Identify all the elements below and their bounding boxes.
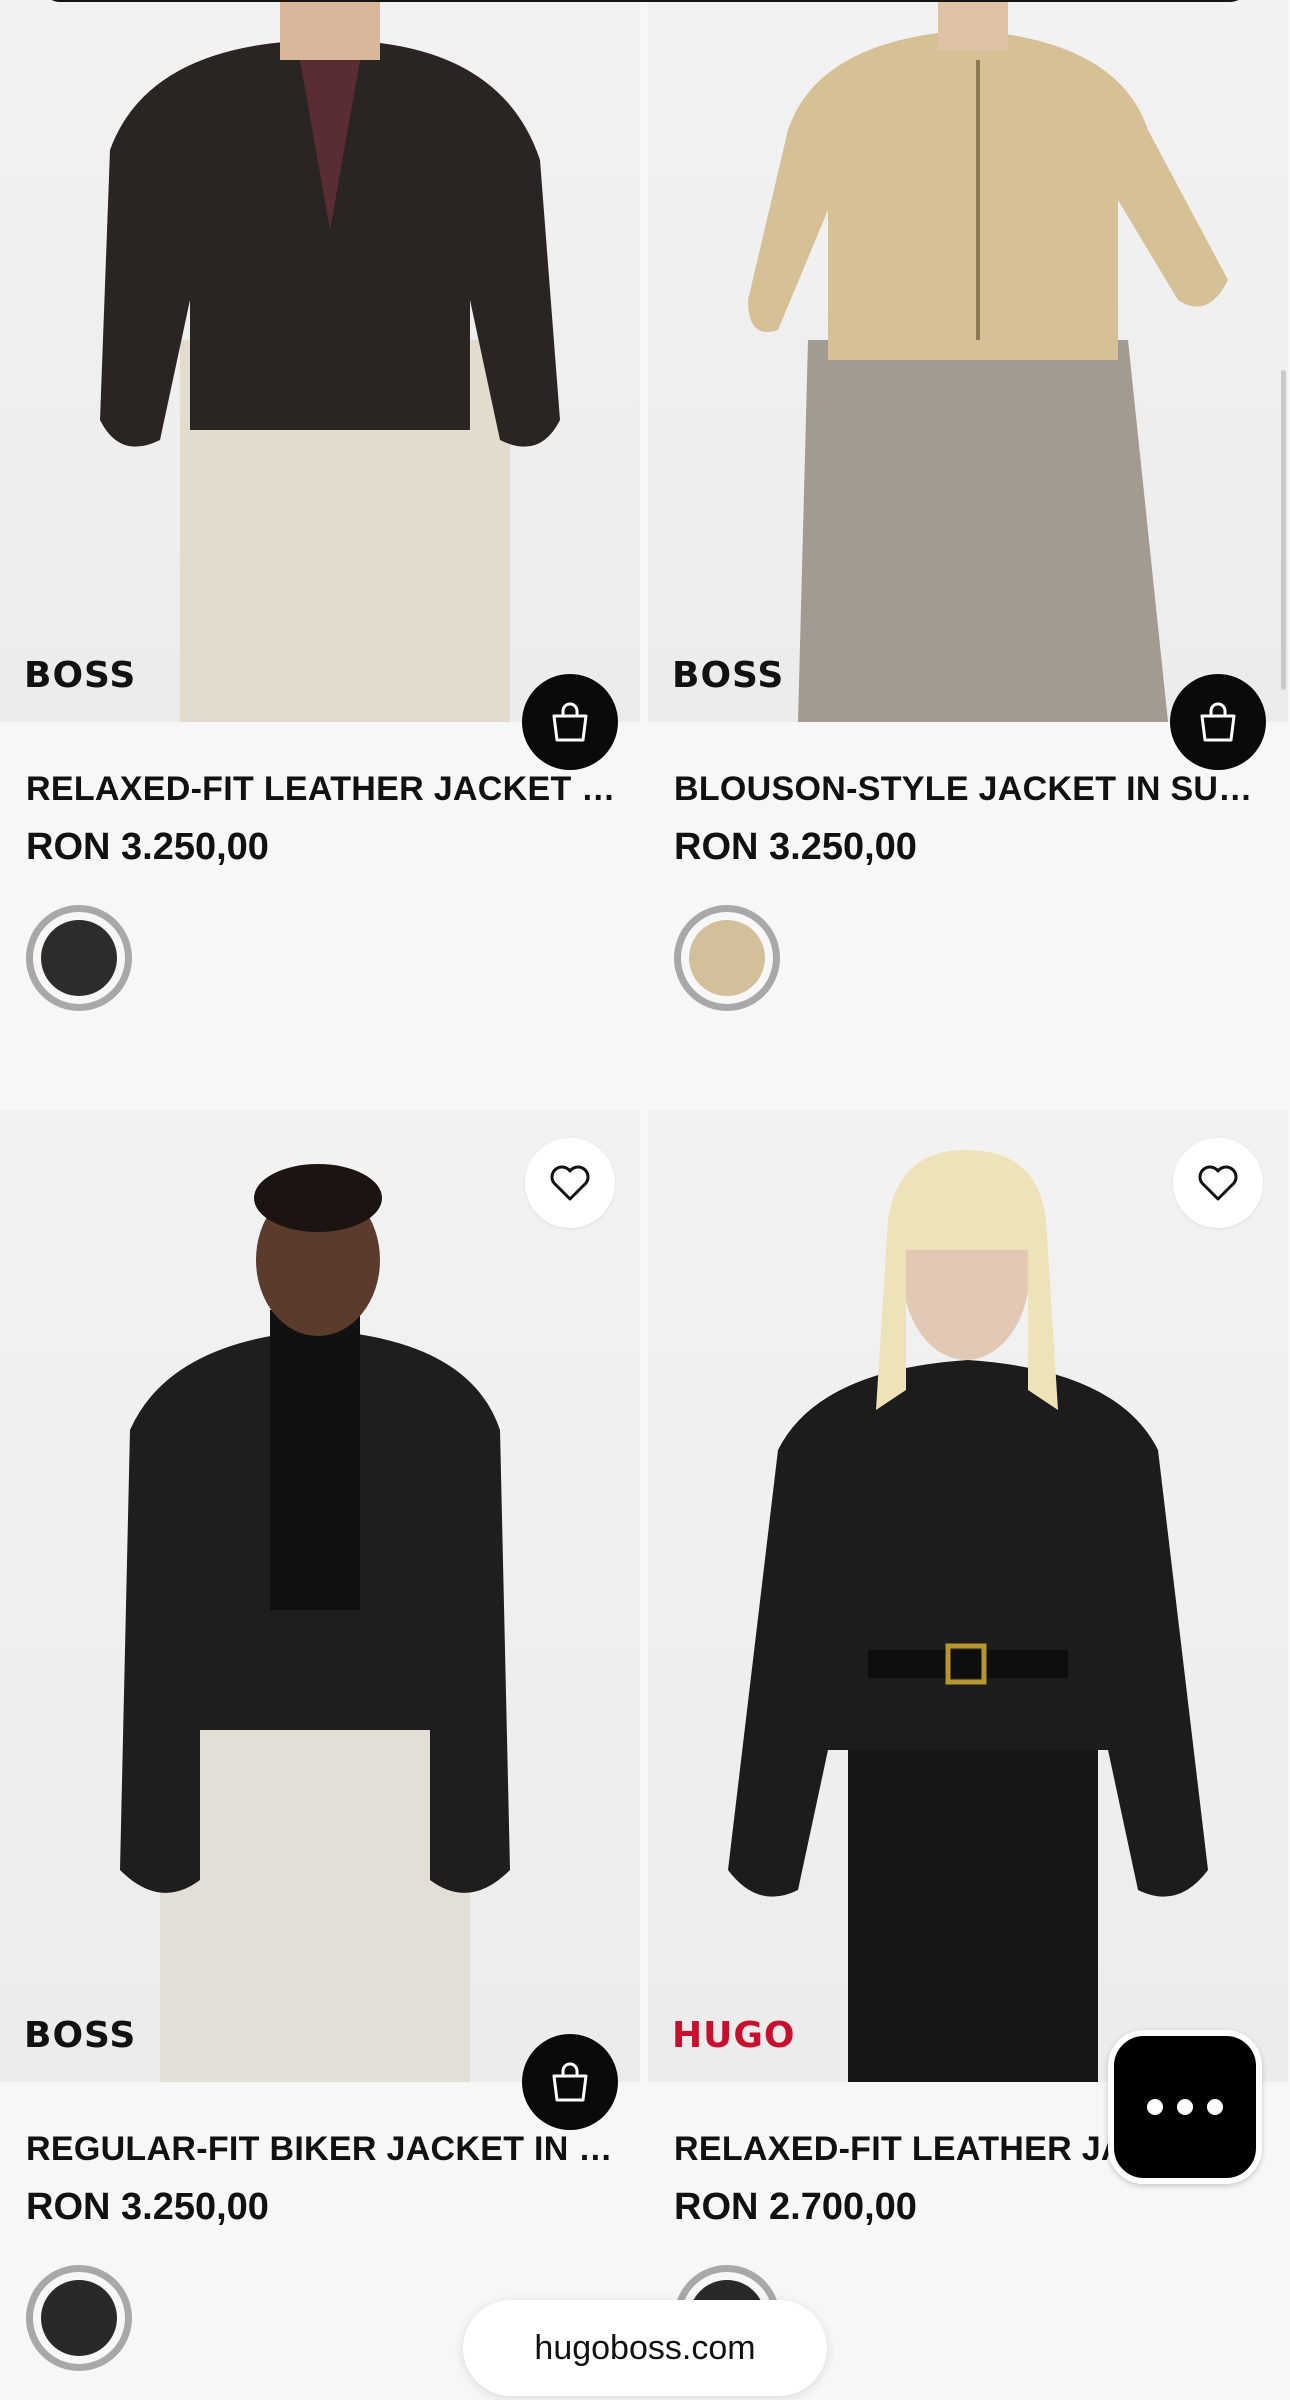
product-price: RON 2.700,00 — [674, 2186, 917, 2228]
add-to-bag-button[interactable] — [1170, 674, 1266, 770]
model-figure — [728, 1150, 1208, 2082]
model-figure — [120, 1164, 510, 2082]
swatch-color — [41, 920, 117, 996]
brand-label: BOSS — [24, 2015, 137, 2056]
color-swatch[interactable] — [26, 905, 132, 1011]
product-card[interactable]: BOSS RELAXED-FIT LEATHER JACKET WITH BUT… — [0, 0, 640, 1070]
brand-label: BOSS — [24, 655, 137, 696]
color-swatch[interactable] — [26, 2265, 132, 2371]
add-to-bag-button[interactable] — [522, 674, 618, 770]
shopping-bag-icon — [552, 2062, 588, 2102]
color-swatch[interactable] — [674, 905, 780, 1011]
swatch-color — [41, 2280, 117, 2356]
heart-icon — [550, 1165, 590, 1201]
shopping-bag-icon — [1200, 702, 1236, 742]
product-title[interactable]: RELAXED-FIT LEATHER JACKET WITH BUTTON C… — [26, 770, 626, 809]
product-image[interactable]: HUGO — [648, 1110, 1288, 2082]
heart-icon — [1198, 1165, 1238, 1201]
wishlist-button[interactable] — [1173, 1138, 1263, 1228]
product-price: RON 3.250,00 — [26, 2186, 269, 2228]
product-price: RON 3.250,00 — [674, 826, 917, 868]
product-card[interactable]: BOSS REGULAR-FIT BIKER JACKET IN LEATHER… — [0, 1110, 640, 2400]
chat-dots-icon — [1147, 2099, 1223, 2115]
product-image[interactable]: BOSS — [648, 0, 1288, 722]
product-card[interactable]: HUGO RELAXED-FIT LEATHER JACKET WITH BEL… — [648, 1110, 1288, 2400]
shopping-bag-icon — [552, 702, 588, 742]
product-image[interactable]: BOSS — [0, 0, 640, 722]
brand-label: BOSS — [672, 655, 785, 696]
scrollbar[interactable] — [1281, 370, 1286, 690]
swatch-color — [689, 920, 765, 996]
product-image[interactable]: BOSS — [0, 1110, 640, 2082]
product-card[interactable]: BOSS BLOUSON-STYLE JACKET IN SUEDE RON 3… — [648, 0, 1288, 1070]
wishlist-button[interactable] — [525, 1138, 615, 1228]
product-title[interactable]: BLOUSON-STYLE JACKET IN SUEDE — [674, 770, 1274, 809]
browser-url-bar[interactable]: hugoboss.com — [463, 2300, 827, 2396]
url-text: hugoboss.com — [534, 2328, 756, 2367]
chat-button[interactable] — [1108, 2030, 1262, 2184]
model-figure — [748, 0, 1228, 722]
model-figure — [100, 0, 560, 722]
add-to-bag-button[interactable] — [522, 2034, 618, 2130]
product-price: RON 3.250,00 — [26, 826, 269, 868]
brand-label: HUGO — [672, 2015, 796, 2056]
top-overlay-edge — [45, 0, 1245, 2]
product-title[interactable]: REGULAR-FIT BIKER JACKET IN LEATHER — [26, 2130, 626, 2169]
